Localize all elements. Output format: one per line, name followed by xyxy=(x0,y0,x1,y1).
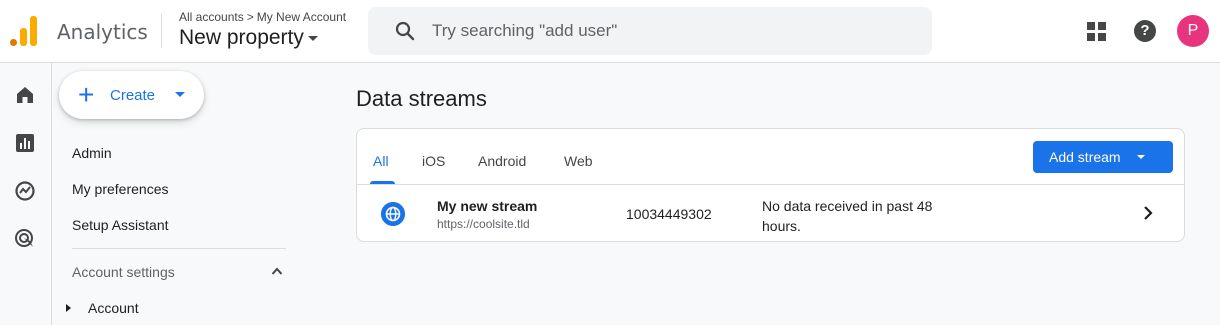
search-placeholder[interactable]: Try searching "add user" xyxy=(432,21,617,41)
caret-down-icon xyxy=(1137,155,1145,159)
nav-item-my-preferences[interactable]: My preferences xyxy=(72,181,168,197)
app-name[interactable]: Analytics xyxy=(57,20,148,44)
breadcrumb-all-accounts[interactable]: All accounts xyxy=(179,10,244,24)
avatar[interactable]: P xyxy=(1177,15,1209,47)
search-icon xyxy=(395,21,415,41)
plus-icon: + xyxy=(78,79,95,110)
nav-item-admin[interactable]: Admin xyxy=(72,145,112,161)
create-button[interactable]: + Create xyxy=(59,71,204,119)
stream-url: https://coolsite.tld xyxy=(437,217,530,231)
stream-id: 10034449302 xyxy=(626,206,712,222)
breadcrumb[interactable]: All accounts > My New Account xyxy=(179,10,346,24)
caret-down-icon xyxy=(307,35,318,41)
explore-icon[interactable] xyxy=(14,180,36,202)
caret-down-icon xyxy=(175,92,185,97)
tab-android[interactable]: Android xyxy=(478,153,526,169)
left-rail xyxy=(0,63,52,325)
nav-item-account[interactable]: Account xyxy=(66,300,139,316)
tab-all[interactable]: All xyxy=(373,153,389,169)
property-selector[interactable]: New property xyxy=(179,26,318,50)
nav-section-account-settings[interactable]: Account settings xyxy=(72,264,175,280)
analytics-logo-icon[interactable] xyxy=(10,16,38,46)
table-row[interactable]: My new stream https://coolsite.tld 10034… xyxy=(357,185,1184,241)
tab-ios[interactable]: iOS xyxy=(422,153,445,169)
reports-icon[interactable] xyxy=(14,132,36,154)
stream-name: My new stream xyxy=(437,198,538,214)
add-stream-label: Add stream xyxy=(1049,149,1121,165)
advertising-icon[interactable] xyxy=(14,228,36,250)
nav-item-setup-assistant[interactable]: Setup Assistant xyxy=(72,217,169,233)
home-icon[interactable] xyxy=(14,84,36,106)
stream-status: No data received in past 48 hours. xyxy=(762,196,962,236)
chevron-up-icon[interactable] xyxy=(271,266,283,276)
top-app-bar: Analytics All accounts > My New Account Ne… xyxy=(0,0,1220,63)
property-name: New property xyxy=(179,26,304,49)
streams-card: All iOS Android Web Add stream My new st… xyxy=(356,128,1185,242)
apps-grid-icon[interactable] xyxy=(1087,22,1106,41)
tab-web[interactable]: Web xyxy=(564,153,593,169)
expand-triangle-icon xyxy=(66,304,71,312)
breadcrumb-account[interactable]: My New Account xyxy=(257,10,346,24)
stream-status-line1: No data received in past 48 xyxy=(762,198,933,214)
globe-icon xyxy=(381,202,405,226)
header-divider xyxy=(161,14,162,48)
breadcrumb-separator: > xyxy=(246,10,254,24)
side-nav: + Create Admin My preferences Setup Assi… xyxy=(52,63,302,325)
stream-status-line2: hours. xyxy=(762,218,801,234)
nav-item-account-label: Account xyxy=(88,300,139,316)
create-label: Create xyxy=(110,87,156,104)
help-icon[interactable]: ? xyxy=(1134,20,1156,42)
page-title: Data streams xyxy=(356,86,487,111)
chevron-right-icon[interactable] xyxy=(1142,205,1154,221)
nav-divider xyxy=(72,248,286,249)
add-stream-button[interactable]: Add stream xyxy=(1033,141,1173,173)
